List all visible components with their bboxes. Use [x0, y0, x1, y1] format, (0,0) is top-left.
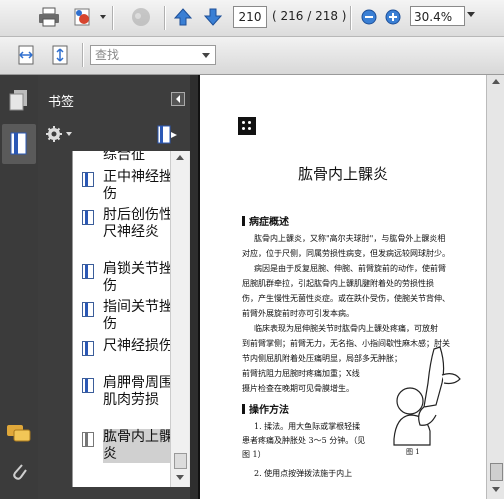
bookmark-icon — [82, 172, 94, 187]
bookmark-label: 尺神经损伤 — [103, 338, 173, 354]
search-placeholder: 查找 — [95, 48, 120, 62]
bookmark-icon — [82, 432, 94, 447]
paragraph-line: 图 1） — [242, 450, 266, 459]
zoom-level-select[interactable]: 30.4% — [410, 6, 465, 26]
bookmarks-icon[interactable] — [9, 132, 29, 159]
section-heading-text: 操作方法 — [249, 405, 289, 416]
section-heading-text: 病症概述 — [249, 217, 289, 228]
collapse-panel-button[interactable] — [171, 92, 185, 106]
bookmark-label: 肱骨内上髁炎 — [103, 429, 173, 463]
paragraph-line: 伤，产生慢性无菌性炎症。或在跌仆受伤，使腕关节背伸、 — [242, 294, 450, 303]
expand-bookmark-icon[interactable] — [156, 125, 178, 148]
fit-page-icon[interactable] — [48, 44, 72, 66]
paragraph-line: 病因是由于反复屈腕、伸腕、前臂旋前的动作，使前臂 — [254, 264, 446, 273]
share-icon[interactable] — [70, 5, 96, 29]
main-toolbar: 210 ( 216 / 218 ) 30.4% — [0, 0, 504, 37]
toolbar-divider — [164, 6, 166, 30]
scroll-thumb[interactable] — [174, 453, 187, 469]
fit-width-icon[interactable] — [14, 44, 38, 66]
bookmarks-panel-footer — [38, 487, 190, 499]
scroll-down-icon[interactable] — [176, 475, 184, 480]
search-input[interactable]: 查找 — [90, 45, 216, 65]
zoom-dropdown-icon[interactable] — [467, 12, 475, 17]
bookmark-icon — [82, 302, 94, 317]
page-title: 肱骨内上髁炎 — [297, 165, 388, 183]
search-dropdown-icon[interactable] — [202, 53, 210, 58]
paragraph-line: 2. 使用点按弹拨法施于内上 — [254, 469, 353, 478]
document-view[interactable]: 肱骨内上髁炎 病症概述 肱骨内上髁炎，又称"高尔夫球肘"，与肱骨外上髁炎相 对应… — [198, 75, 486, 499]
scroll-thumb[interactable] — [490, 463, 503, 481]
page-count: ( 216 / 218 ) — [272, 9, 347, 23]
bookmarks-panel-tools — [38, 119, 190, 151]
bookmark-icon — [82, 341, 94, 356]
bookmarks-panel-gutter — [38, 151, 72, 499]
pages-icon[interactable] — [9, 89, 29, 114]
bookmark-icon — [82, 210, 94, 225]
scroll-down-icon[interactable] — [492, 487, 500, 492]
paragraph-line: 前臂外展旋前时亦可引发本病。 — [242, 309, 354, 318]
navigation-rail — [0, 75, 38, 499]
document-page: 肱骨内上髁炎 病症概述 肱骨内上髁炎，又称"高尔夫球肘"，与肱骨外上髁炎相 对应… — [200, 75, 486, 499]
paragraph-line: 肱骨内上髁炎，又称"高尔夫球肘"，与肱骨外上髁炎相 — [254, 234, 446, 243]
share-dropdown-icon[interactable] — [100, 15, 106, 19]
massage-illustration — [380, 345, 470, 455]
scroll-up-icon[interactable] — [492, 79, 500, 84]
comment-icon[interactable] — [128, 5, 154, 29]
secondary-toolbar — [0, 37, 504, 75]
paragraph-line: 临床表现为屈伸腕关节时肱骨内上髁处疼痛，可放射 — [254, 324, 438, 333]
bookmark-label: 正中神经挫伤 — [103, 169, 173, 202]
chapter-logo-icon — [238, 117, 256, 135]
toolbar-divider — [350, 6, 352, 30]
bookmark-icon — [82, 264, 94, 279]
zoom-out-icon[interactable] — [360, 8, 378, 26]
section-heading: 病症概述 — [242, 213, 289, 228]
options-gear-icon[interactable] — [46, 125, 74, 146]
print-icon[interactable] — [36, 5, 62, 29]
paragraph-line: 对应，位于尺侧，同属劳损性病变，但发病远较网球肘少。 — [242, 249, 450, 258]
figure-caption: 图 1 — [406, 448, 420, 456]
section-heading: 操作方法 — [242, 401, 289, 416]
bookmark-label: 肩胛骨周围肌肉劳损 — [103, 375, 173, 408]
panel-title: 书签 — [48, 95, 75, 110]
attachment-icon[interactable] — [10, 461, 28, 486]
zoom-in-icon[interactable] — [384, 8, 402, 26]
toolbar-divider — [112, 6, 114, 30]
bookmarks-panel-header: 书签 — [38, 75, 190, 119]
document-scrollbar[interactable] — [486, 75, 504, 499]
scroll-up-icon[interactable] — [176, 155, 184, 160]
panel-splitter[interactable] — [190, 75, 198, 499]
bookmark-icon — [82, 378, 94, 393]
paragraph-line: 前臂抗阻力屈腕时疼痛加重；X线 — [242, 369, 360, 378]
paragraph-line: 屈腕肌群牵拉，引起肱骨内上髁肌腱附着处的劳损性损 — [242, 279, 434, 288]
bookmark-label: 综合征 — [103, 151, 145, 163]
paragraph-line: 摄片检查在晚期可见骨膜增生。 — [242, 384, 354, 393]
toolbar-divider — [82, 43, 84, 67]
previous-page-icon[interactable] — [172, 6, 194, 28]
page-number-input[interactable]: 210 — [233, 6, 267, 28]
bookmark-label: 肘后创伤性尺神经炎 — [103, 207, 173, 240]
bookmark-label: 肩锁关节挫伤 — [103, 261, 173, 294]
bookmark-scrollbar[interactable] — [170, 151, 189, 487]
next-page-icon[interactable] — [202, 6, 224, 28]
paragraph-line: 节内侧屈肌附着处压痛明显，局部多无肿胀； — [242, 354, 402, 363]
bookmark-label: 指间关节挫伤 — [103, 299, 173, 332]
comments-icon[interactable] — [6, 423, 32, 448]
